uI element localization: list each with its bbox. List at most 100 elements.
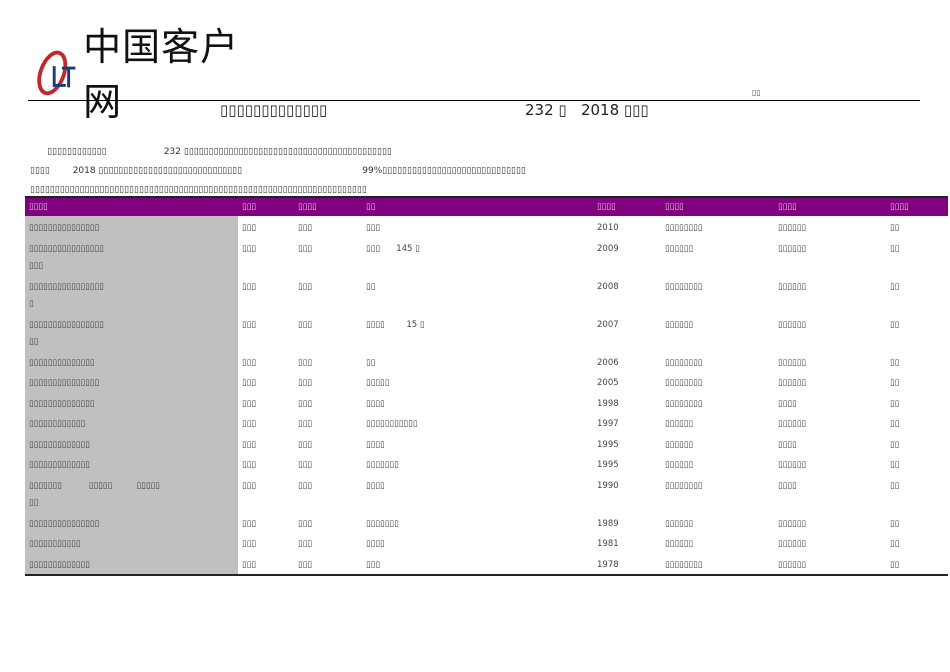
table-cell: ▯▯: [890, 480, 900, 491]
table-cell: ▯▯▯: [242, 378, 257, 388]
table-cell: ▯▯▯: [298, 518, 313, 529]
column-header[interactable]: ▯▯▯▯: [593, 197, 661, 216]
table-cell: 2008: [597, 281, 619, 292]
table-cell: 2009: [597, 243, 619, 254]
table-cell: ▯▯▯▯▯▯▯▯: [665, 559, 703, 570]
table-cell: 1995: [597, 439, 619, 450]
table-header-row: ▯▯▯▯ ▯▯▯ ▯▯▯▯ ▯▯ ▯▯▯▯ ▯▯▯▯ ▯▯▯▯ ▯▯▯▯: [25, 197, 948, 216]
table-cell: ▯▯▯: [298, 419, 313, 429]
data-table: ▯▯▯▯ ▯▯▯ ▯▯▯▯ ▯▯ ▯▯▯▯ ▯▯▯▯ ▯▯▯▯ ▯▯▯▯ ▯▯▯▯▯▯▯▯▯▯…: [25, 196, 948, 576]
table-row: ▯▯▯▯▯▯▯▯▯▯▯▯▯▯▯ ▯▯▯ ▯▯▯ ▯▯▯▯▯▯▯ 1989 ▯▯▯▯▯▯ ▯▯…: [25, 512, 948, 533]
table-cell: ▯▯▯▯▯▯: [778, 223, 807, 233]
table-cell: ▯▯▯▯: [366, 439, 385, 450]
table-cell: ▯▯: [890, 419, 900, 429]
table-cell: ▯▯▯▯▯▯▯▯▯▯▯: [366, 419, 418, 429]
column-header[interactable]: ▯▯: [362, 197, 593, 216]
table-cell: ▯▯▯▯▯: [366, 378, 390, 388]
column-header[interactable]: ▯▯▯▯: [25, 197, 238, 216]
table-cell: ▯▯▯: [242, 539, 257, 549]
table-cell: ▯▯▯▯▯▯: [778, 559, 807, 570]
table-cell: 1978: [597, 559, 619, 570]
table-cell: ▯▯▯▯▯▯▯▯: [665, 281, 703, 292]
table-cell: ▯▯▯▯▯▯▯▯▯▯▯▯▯▯▯: [25, 372, 238, 393]
table-cell: ▯▯: [890, 223, 900, 233]
column-header[interactable]: ▯▯▯▯: [294, 197, 362, 216]
table-row: ▯▯▯▯▯▯▯▯▯▯▯▯▯ ▯▯▯ ▯▯▯ ▯▯▯▯ 1995 ▯▯▯▯▯▯ ▯▯▯▯ ▯▯: [25, 433, 948, 454]
table-cell: ▯▯▯: [298, 460, 313, 470]
table-cell: ▯▯▯: [298, 357, 313, 368]
table-cell: ▯▯▯: [242, 357, 257, 368]
table-row: ▯▯▯▯▯▯▯▯▯▯▯▯▯▯▯ ▯▯▯ ▯▯▯ ▯▯▯▯▯ 2005 ▯▯▯▯▯▯▯▯ ▯▯…: [25, 372, 948, 393]
table-cell: 1995: [597, 460, 619, 470]
table-cell: ▯▯▯▯▯▯▯▯▯▯▯▯▯: [25, 553, 238, 575]
table-cell: ▯▯▯▯: [366, 539, 385, 549]
table-cell: ▯▯: [890, 378, 900, 388]
table-cell: ▯▯: [890, 319, 900, 330]
table-row: ▯▯▯▯▯▯▯▯▯▯▯▯ ▯▯▯ ▯▯▯ ▯▯▯▯▯▯▯▯▯▯▯ 1997 ▯▯▯▯▯▯ ▯…: [25, 413, 948, 434]
table-cell: 1997: [597, 419, 619, 429]
table-cell: ▯▯▯: [298, 378, 313, 388]
table-cell: ▯▯▯: [242, 460, 257, 470]
table-cell: ▯▯▯▯▯▯▯▯▯▯▯▯▯: [25, 454, 238, 475]
table-row: ▯▯▯▯▯▯▯▯▯▯▯▯▯▯ ▯▯▯ ▯▯▯ ▯▯▯▯ 1998 ▯▯▯▯▯▯▯▯ ▯▯▯▯…: [25, 392, 948, 413]
page-title-suffix: 232 ▯ 2018 ▯▯▯: [525, 101, 649, 119]
table-cell: ▯▯▯▯▯▯: [778, 460, 807, 470]
table-row: ▯▯▯▯▯▯▯ ▯▯▯▯▯ ▯▯▯▯▯ ▯▯ ▯▯▯ ▯▯▯ ▯▯▯▯ 1990 ▯▯▯▯…: [25, 474, 948, 513]
table-cell: ▯▯▯▯▯▯▯▯: [665, 398, 703, 409]
site-logo: 中国客户网: [33, 25, 271, 124]
table-cell: ▯▯▯▯▯▯: [778, 243, 807, 254]
intro-paragraph: ▯▯▯▯▯▯▯▯▯▯▯▯ 232 ▯▯▯▯▯▯▯▯▯▯▯▯▯▯▯▯▯▯▯▯▯▯▯…: [30, 143, 526, 200]
table-row: ▯▯▯▯▯▯▯▯▯▯▯▯▯▯▯▯ ▯▯ ▯▯▯ ▯▯▯ ▯▯▯▯ 15 ▯ 2007 ▯▯…: [25, 313, 948, 352]
table-cell: ▯▯▯: [298, 319, 313, 330]
table-cell: ▯▯▯▯▯▯▯: [366, 518, 399, 529]
header-small-text: ▯▯: [752, 88, 761, 97]
table-cell: ▯▯▯▯▯▯▯▯▯▯▯▯▯▯▯▯ ▯: [25, 275, 238, 314]
table-cell: ▯▯: [366, 357, 376, 368]
table-cell: 1998: [597, 398, 619, 409]
table-cell: ▯▯: [890, 539, 900, 549]
table-cell: ▯▯▯▯▯▯▯▯: [665, 378, 703, 388]
table-cell: ▯▯▯▯▯▯: [778, 518, 807, 529]
table-cell: ▯▯▯▯▯▯: [665, 539, 694, 549]
table-cell: ▯▯: [890, 439, 900, 450]
page-title: ▯▯▯▯▯▯▯▯▯▯▯▯▯: [220, 101, 328, 119]
table-cell: ▯▯▯: [298, 439, 313, 450]
column-header[interactable]: ▯▯▯: [238, 197, 294, 216]
table-cell: ▯▯▯▯▯▯: [665, 319, 694, 330]
table-cell: ▯▯▯: [298, 539, 313, 549]
table-row: ▯▯▯▯▯▯▯▯▯▯▯▯▯▯ ▯▯▯ ▯▯▯ ▯▯ 2006 ▯▯▯▯▯▯▯▯ ▯▯▯▯▯▯…: [25, 351, 948, 372]
table-cell: ▯▯▯▯: [366, 480, 385, 491]
table-cell: ▯▯▯▯▯▯▯▯▯▯▯: [25, 533, 238, 554]
column-header[interactable]: ▯▯▯▯: [774, 197, 886, 216]
table-row: ▯▯▯▯▯▯▯▯▯▯▯▯▯ ▯▯▯ ▯▯▯ ▯▯▯▯▯▯▯ 1995 ▯▯▯▯▯▯ ▯▯▯▯…: [25, 454, 948, 475]
table-cell: ▯▯▯: [366, 559, 381, 570]
table-cell: 1989: [597, 518, 619, 529]
table-cell: ▯▯▯: [298, 281, 313, 292]
table-cell: ▯▯▯: [366, 223, 381, 233]
table-cell: ▯▯▯: [298, 223, 313, 233]
table-cell: ▯▯▯▯▯▯▯▯: [665, 223, 703, 233]
table-cell: ▯▯▯: [298, 480, 313, 491]
table-cell: ▯▯▯: [242, 281, 257, 292]
table-cell: ▯▯▯: [242, 480, 257, 491]
table-cell: ▯▯▯: [298, 559, 313, 570]
table-cell: 1990: [597, 480, 619, 491]
table-cell: ▯▯▯▯▯▯: [778, 319, 807, 330]
table-cell: ▯▯▯: [242, 223, 257, 233]
table-cell: ▯▯▯: [298, 243, 313, 254]
table-cell: ▯▯▯▯▯▯▯▯▯▯▯▯▯▯▯▯ ▯▯: [25, 313, 238, 352]
table-cell: ▯▯: [890, 398, 900, 409]
table-cell: ▯▯▯▯▯▯▯▯: [665, 357, 703, 368]
table-cell: ▯▯▯: [298, 398, 313, 409]
table-cell: ▯▯▯▯▯▯▯▯▯▯▯▯▯▯▯: [25, 512, 238, 533]
column-header[interactable]: ▯▯▯▯: [886, 197, 948, 216]
table-cell: ▯▯: [890, 518, 900, 529]
header-divider: [28, 100, 920, 101]
table-cell: ▯▯▯▯▯▯▯▯: [665, 480, 703, 491]
table-cell: ▯▯▯▯▯▯▯▯▯▯▯▯▯▯: [25, 392, 238, 413]
column-header[interactable]: ▯▯▯▯: [661, 197, 774, 216]
table-cell: 2006: [597, 357, 619, 368]
table-cell: 1981: [597, 539, 619, 549]
paragraph-line: ▯▯▯▯▯▯▯▯▯▯▯▯ 232 ▯▯▯▯▯▯▯▯▯▯▯▯▯▯▯▯▯▯▯▯▯▯▯…: [30, 147, 392, 157]
table-cell: ▯▯▯▯: [778, 398, 797, 409]
